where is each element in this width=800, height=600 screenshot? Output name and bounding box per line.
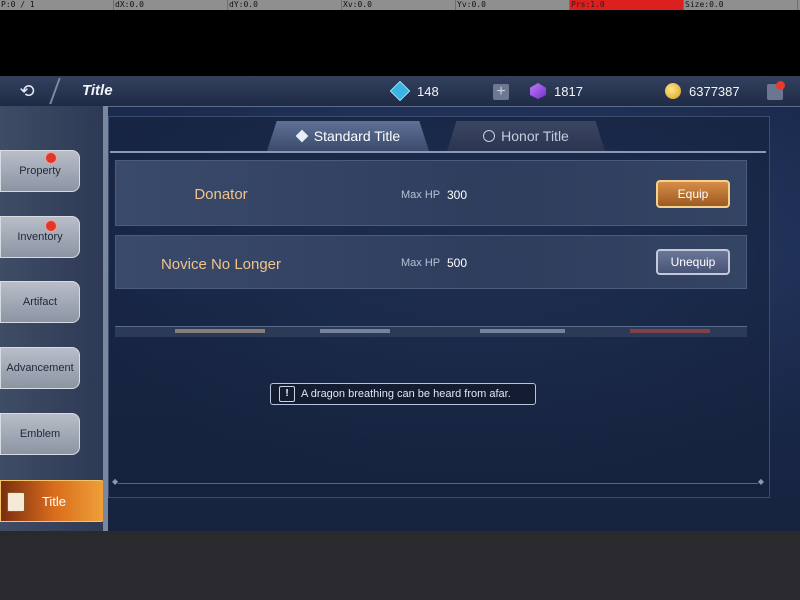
stat-label: Max HP — [401, 189, 441, 201]
page-title: Title — [82, 82, 113, 99]
equip-button[interactable]: Equip — [656, 180, 730, 208]
gold-value: 6377387 — [689, 83, 740, 99]
debug-pointer: P:0 / 1 — [0, 0, 114, 10]
bottom-strip — [0, 531, 800, 600]
debug-dy: dY:0.0 — [228, 0, 342, 10]
back-arrow-icon[interactable]: ⟲ — [8, 80, 46, 102]
stat-label: Max HP — [401, 257, 441, 269]
tab-label: Honor Title — [501, 128, 569, 144]
sidebar-item-emblem[interactable]: Emblem — [0, 413, 80, 455]
notification-dot — [776, 81, 785, 90]
title-row: Donator Max HP 300 Equip — [115, 160, 747, 226]
sidebar: Property Inventory Artifact Advancement … — [0, 106, 108, 531]
purple-crystal-icon — [530, 83, 546, 99]
stat-value: 300 — [447, 188, 468, 202]
book-icon — [7, 492, 25, 512]
obscured-text — [175, 329, 265, 333]
warning-icon: ! — [279, 386, 295, 402]
notification-badge — [45, 152, 57, 164]
obscured-text — [320, 329, 390, 333]
notification-badge — [45, 220, 57, 232]
debug-pressure: Prs:1.0 — [570, 0, 684, 10]
game-screen: ⟲ Title 148 + 1817 6377387 Property Inve… — [0, 76, 800, 531]
gem-counter: 148 — [389, 80, 439, 102]
obscured-text — [630, 329, 710, 333]
debug-size: Size:0.0 — [684, 0, 798, 10]
toast-text: A dragon breathing can be heard from afa… — [301, 388, 511, 400]
blue-gem-icon — [389, 80, 411, 102]
sidebar-item-label: Property — [19, 165, 61, 177]
debug-xv: Xv:0.0 — [342, 0, 456, 10]
crystal-value: 1817 — [554, 83, 583, 99]
toast-message: ! A dragon breathing can be heard from a… — [270, 383, 536, 405]
sidebar-item-title[interactable]: Title — [0, 480, 108, 522]
title-separator — [49, 78, 61, 104]
top-bar: ⟲ Title 148 + 1817 6377387 — [0, 76, 800, 107]
debug-dx: dX:0.0 — [114, 0, 228, 10]
sidebar-item-label: Emblem — [19, 428, 61, 440]
gem-value: 148 — [417, 83, 439, 99]
stat-value: 500 — [447, 256, 468, 270]
sidebar-item-label: Title — [41, 493, 67, 509]
sidebar-item-label: Advancement — [6, 362, 74, 374]
list-bottom-divider — [112, 477, 764, 486]
unequip-button[interactable]: Unequip — [656, 249, 730, 275]
gold-coin-icon — [665, 83, 681, 99]
sidebar-item-advancement[interactable]: Advancement — [0, 347, 80, 389]
debug-bar: P:0 / 1 dX:0.0 dY:0.0 Xv:0.0 Yv:0.0 Prs:… — [0, 0, 800, 10]
sidebar-item-label: Artifact — [22, 296, 58, 308]
title-row: Novice No Longer Max HP 500 Unequip — [115, 235, 747, 289]
obscured-text — [480, 329, 565, 333]
title-row-partial — [115, 326, 747, 337]
title-name: Donator — [194, 186, 248, 203]
diamond-icon — [295, 129, 309, 143]
add-currency-button[interactable]: + — [493, 84, 509, 100]
tab-label: Standard Title — [313, 128, 401, 144]
tabs-divider — [110, 151, 766, 153]
tab-honor-title[interactable]: Honor Title — [447, 121, 605, 151]
crystal-counter: 1817 — [530, 82, 583, 100]
tab-standard-title[interactable]: Standard Title — [267, 121, 429, 151]
debug-yv: Yv:0.0 — [456, 0, 570, 10]
sidebar-item-property[interactable]: Property — [0, 150, 80, 192]
sidebar-item-inventory[interactable]: Inventory — [0, 216, 80, 258]
clock-icon — [483, 130, 496, 142]
sidebar-item-artifact[interactable]: Artifact — [0, 281, 80, 323]
gold-counter: 6377387 — [665, 82, 740, 100]
title-name: Novice No Longer — [160, 256, 282, 273]
sidebar-item-label: Inventory — [17, 231, 63, 243]
